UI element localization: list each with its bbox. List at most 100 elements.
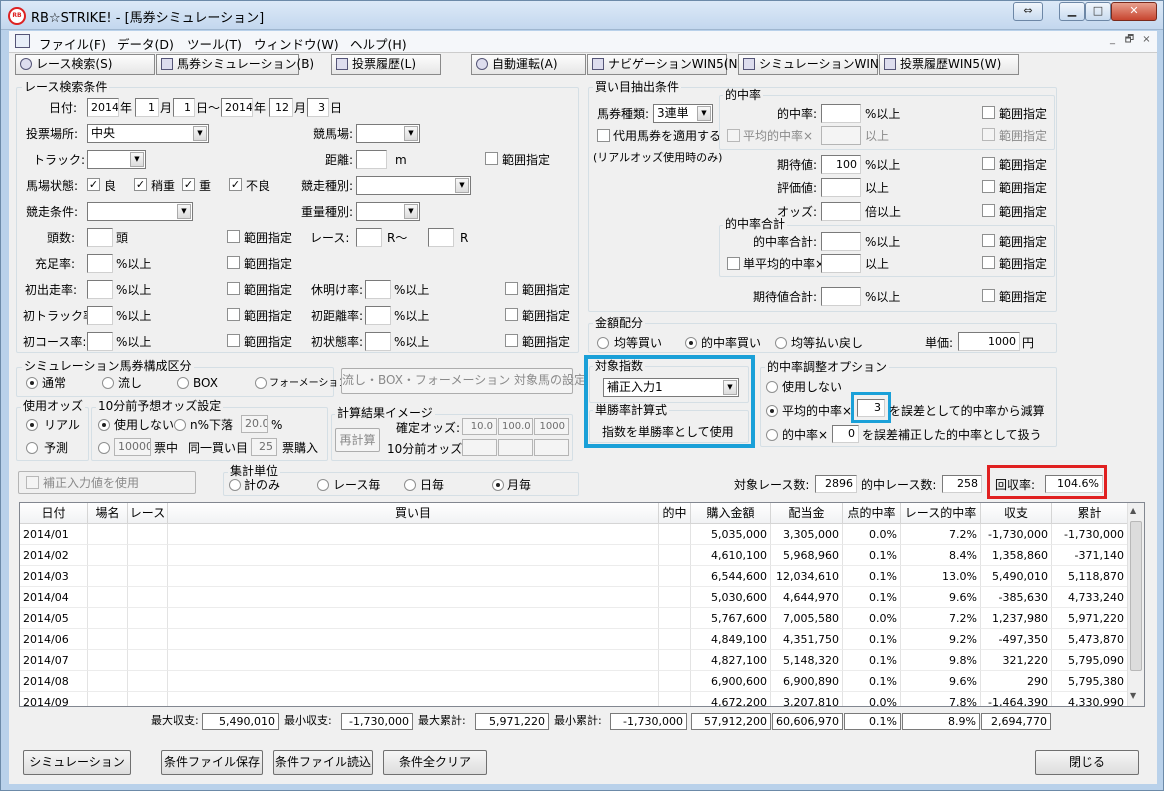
pre10-same-input[interactable]: 25 (251, 438, 277, 456)
close-window-button[interactable]: ✕ (1111, 2, 1157, 21)
column-header-payout[interactable]: 配当金 (771, 503, 843, 524)
scroll-thumb[interactable] (1130, 521, 1142, 671)
to-month-input[interactable]: 12 (269, 98, 293, 117)
column-header-bet[interactable]: 買い目 (168, 503, 659, 524)
pre10-count-radio[interactable] (98, 442, 110, 454)
column-header-cumulative[interactable]: 累計 (1052, 503, 1128, 524)
single-avg-range-checkbox[interactable] (982, 256, 995, 269)
pre10-drop-input[interactable]: 20.0 (241, 415, 268, 433)
first-run-input[interactable] (87, 280, 113, 299)
column-header-race-hit-rate[interactable]: レース的中率 (901, 503, 981, 524)
adjust-hit-input[interactable]: 0 (832, 425, 859, 443)
hit-rate-input[interactable] (821, 104, 861, 123)
from-day-input[interactable]: 1 (173, 98, 195, 117)
eval-range-checkbox[interactable] (982, 180, 995, 193)
first-track-range-checkbox[interactable] (227, 308, 240, 321)
odds-filter-input[interactable] (821, 202, 861, 221)
clear-conditions-button[interactable]: 条件全クリア (383, 750, 487, 775)
unit-total-radio[interactable] (229, 479, 241, 491)
money-hitrate-radio[interactable] (685, 337, 697, 349)
single-avg-input[interactable] (821, 254, 861, 273)
avg-hit-range-checkbox[interactable] (982, 128, 995, 141)
rest-input[interactable] (365, 280, 391, 299)
adjust-none-radio[interactable] (766, 381, 778, 393)
simulation-button[interactable]: シミュレーション (23, 750, 131, 775)
race-to-input[interactable] (428, 228, 454, 247)
first-distance-input[interactable] (365, 306, 391, 325)
mdi-minimize-button[interactable]: _ (1105, 33, 1120, 48)
course-select[interactable]: ▼ (356, 124, 420, 143)
from-year-input[interactable]: 2014 (87, 98, 119, 117)
race-from-input[interactable] (356, 228, 382, 247)
menu-window[interactable]: ウィンドウ(W) (254, 34, 339, 53)
correction-checkbox[interactable] (26, 476, 39, 489)
menu-file[interactable]: ファイル(F) (39, 34, 106, 53)
expect-input[interactable]: 100 (821, 155, 861, 174)
hit-sum-range-checkbox[interactable] (982, 234, 995, 247)
rest-range-checkbox[interactable] (505, 282, 518, 295)
odds-forecast-radio[interactable] (26, 442, 38, 454)
menu-data[interactable]: データ(D) (117, 34, 174, 53)
vertical-scrollbar[interactable]: ▲ ▼ (1127, 503, 1144, 706)
target-horse-settings-button[interactable]: 流し・BOX・フォーメーション 対象馬の設定 (341, 368, 586, 394)
column-header-hit[interactable]: 的中 (659, 503, 691, 524)
distance-range-checkbox[interactable] (485, 152, 498, 165)
adjust-avg-radio[interactable] (766, 405, 778, 417)
substitute-checkbox[interactable] (597, 129, 610, 142)
race-condition-select[interactable]: ▼ (87, 202, 193, 221)
unit-race-radio[interactable] (317, 479, 329, 491)
cond-bad-checkbox[interactable]: ✓ (229, 178, 242, 191)
avg-hit-input[interactable] (821, 126, 861, 145)
compose-box-radio[interactable] (177, 377, 189, 389)
first-track-input[interactable] (87, 306, 113, 325)
column-header-venue[interactable]: 場名 (88, 503, 128, 524)
minimize-button[interactable]: ▁ (1059, 2, 1085, 21)
place-select[interactable]: 中央 ▼ (87, 124, 209, 143)
first-course-input[interactable] (87, 332, 113, 351)
from-month-input[interactable]: 1 (135, 98, 159, 117)
unit-price-input[interactable]: 1000 (958, 332, 1020, 351)
hit-sum-input[interactable] (821, 232, 861, 251)
scroll-up-icon[interactable]: ▲ (1130, 506, 1136, 515)
scroll-down-icon[interactable]: ▼ (1130, 691, 1136, 700)
fill-rate-input[interactable] (87, 254, 113, 273)
heads-range-checkbox[interactable] (227, 230, 240, 243)
first-condition-range-checkbox[interactable] (505, 334, 518, 347)
first-course-range-checkbox[interactable] (227, 334, 240, 347)
compose-normal-radio[interactable] (26, 377, 38, 389)
avg-hit-checkbox[interactable] (727, 129, 740, 142)
tab-simulation-win5[interactable]: シミュレーションWIN5(I) (738, 54, 899, 75)
tab-bet-simulation[interactable]: 馬券シミュレーション(B) (156, 54, 314, 75)
column-header-point-hit-rate[interactable]: 点的中率 (843, 503, 901, 524)
column-header-balance[interactable]: 収支 (981, 503, 1052, 524)
tab-vote-history[interactable]: 投票履歴(L) (331, 54, 441, 75)
single-avg-checkbox[interactable] (727, 257, 740, 270)
pre10-none-radio[interactable] (98, 419, 110, 431)
distance-input[interactable] (356, 150, 387, 169)
first-run-range-checkbox[interactable] (227, 282, 240, 295)
to-day-input[interactable]: 3 (307, 98, 329, 117)
money-even-radio[interactable] (597, 337, 609, 349)
load-conditions-button[interactable]: 条件ファイル読込 (273, 750, 373, 775)
odds-real-radio[interactable] (26, 419, 38, 431)
adjust-hit-radio[interactable] (766, 429, 778, 441)
expect-sum-input[interactable] (821, 287, 861, 306)
money-even-payout-radio[interactable] (775, 337, 787, 349)
pre10-count-input[interactable]: 10000 (114, 438, 151, 456)
compose-nagashi-radio[interactable] (102, 377, 114, 389)
column-header-buy-amount[interactable]: 購入金額 (691, 503, 771, 524)
tab-race-search[interactable]: レース検索(S) (15, 54, 155, 75)
recalc-button[interactable]: 再計算 (335, 428, 380, 452)
close-button[interactable]: 閉じる (1035, 750, 1139, 775)
unit-day-radio[interactable] (404, 479, 416, 491)
unit-month-radio[interactable] (492, 479, 504, 491)
cond-good-checkbox[interactable]: ✓ (87, 178, 100, 191)
column-header-race[interactable]: レース (128, 503, 168, 524)
to-year-input[interactable]: 2014 (221, 98, 253, 117)
mdi-close-button[interactable]: × (1139, 33, 1154, 48)
fill-range-checkbox[interactable] (227, 256, 240, 269)
tab-auto-run[interactable]: 自動運転(A) (471, 54, 586, 75)
first-distance-range-checkbox[interactable] (505, 308, 518, 321)
odds-range-checkbox[interactable] (982, 204, 995, 217)
hit-rate-range-checkbox[interactable] (982, 106, 995, 119)
